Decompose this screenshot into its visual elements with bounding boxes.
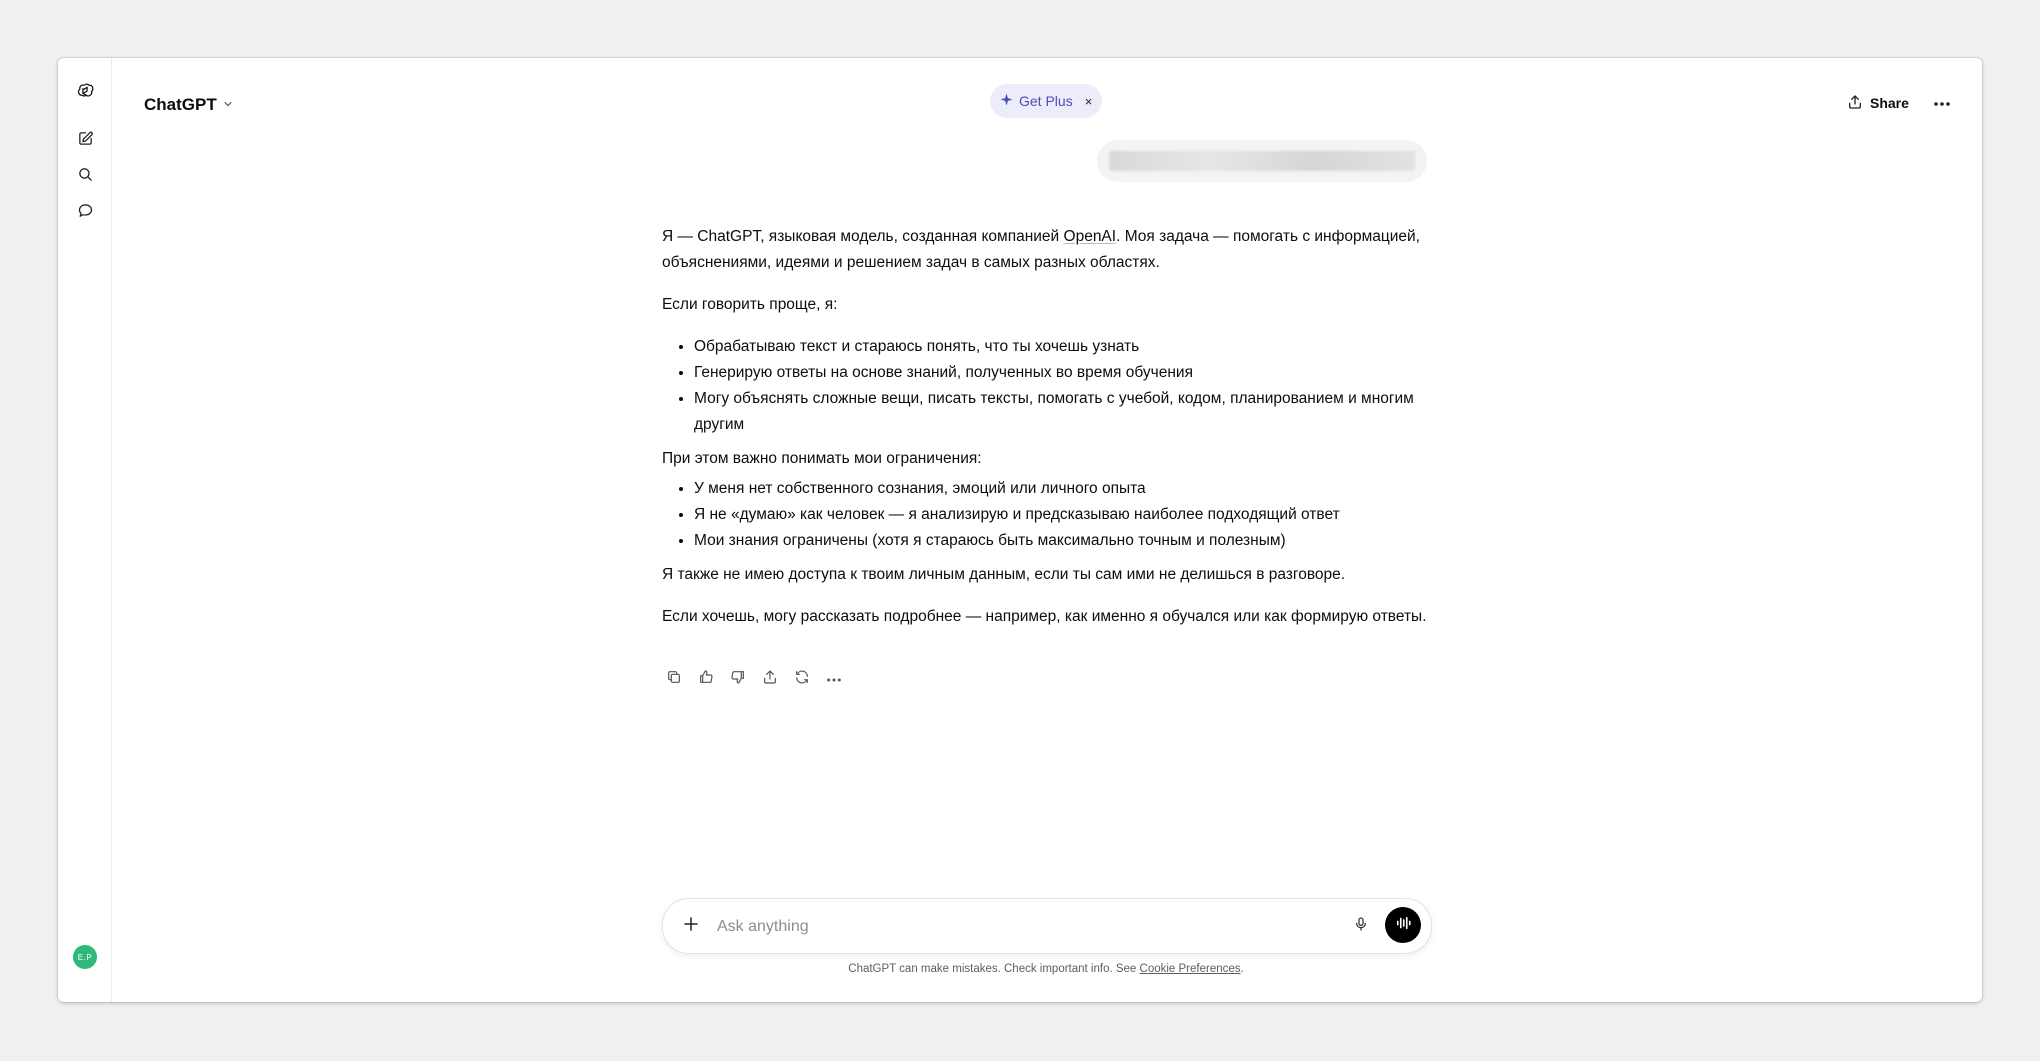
cookie-preferences-link[interactable]: Cookie Preferences	[1140, 963, 1241, 975]
openai-logo-icon[interactable]	[71, 78, 99, 106]
avatar[interactable]: E.P	[73, 945, 97, 969]
composer	[662, 898, 1432, 954]
dictate-button[interactable]	[1347, 912, 1375, 940]
close-icon[interactable]: ×	[1085, 94, 1093, 109]
chatgpt-window: E.P ChatGPT Get Plus × Share Я — ChatGPT…	[58, 58, 1982, 1002]
more-options-button[interactable]	[1928, 89, 1956, 117]
share-message-button[interactable]	[758, 667, 782, 691]
assistant-message: Я — ChatGPT, языковая модель, созданная …	[662, 224, 1442, 630]
copy-icon	[666, 669, 682, 690]
thumbs-up-button[interactable]	[694, 667, 718, 691]
thumbs-up-icon	[698, 669, 714, 690]
chats-icon	[77, 202, 94, 224]
microphone-icon	[1353, 915, 1369, 938]
more-icon	[1933, 94, 1951, 112]
openai-link[interactable]: OpenAI	[1064, 228, 1117, 245]
model-name: ChatGPT	[144, 95, 217, 114]
list-item: Я не «думаю» как человек — я анализирую …	[694, 502, 1442, 528]
share-button[interactable]: Share	[1847, 89, 1909, 117]
get-plus-label: Get Plus	[1019, 93, 1073, 109]
thumbs-down-icon	[730, 669, 746, 690]
voice-mode-button[interactable]	[1385, 907, 1421, 943]
sparkle-icon	[1000, 93, 1013, 109]
get-plus-button[interactable]: Get Plus ×	[990, 84, 1103, 118]
sidebar-rail: E.P	[58, 58, 112, 1002]
search-icon	[77, 166, 94, 188]
blurred-user-text	[1109, 151, 1415, 171]
voice-waveform-icon	[1394, 914, 1412, 937]
share-icon	[762, 669, 778, 690]
new-chat-button[interactable]	[71, 127, 99, 155]
plus-icon	[682, 915, 700, 938]
attach-button[interactable]	[677, 912, 705, 940]
share-icon	[1847, 94, 1863, 113]
assistant-paragraph: Если говорить проще, я:	[662, 296, 838, 313]
limitations-list: У меня нет собственного сознания, эмоций…	[662, 476, 1442, 554]
search-chats-button[interactable]	[71, 163, 99, 191]
disclaimer-text: ChatGPT can make mistakes. Check importa…	[848, 963, 1140, 975]
model-selector[interactable]: ChatGPT	[144, 91, 234, 119]
assistant-paragraph: Я также не имею доступа к твоим личным д…	[662, 566, 1346, 583]
message-actions	[662, 667, 846, 691]
capabilities-list: Обрабатываю текст и стараюсь понять, что…	[662, 334, 1442, 438]
list-item: Могу объяснять сложные вещи, писать текс…	[694, 386, 1442, 438]
regenerate-button[interactable]	[790, 667, 814, 691]
disclaimer: ChatGPT can make mistakes. Check importa…	[662, 963, 1430, 975]
list-item: У меня нет собственного сознания, эмоций…	[694, 476, 1442, 502]
prompt-input[interactable]	[715, 912, 1319, 942]
assistant-paragraph: Я — ChatGPT, языковая модель, созданная …	[662, 224, 1442, 276]
disclaimer-period: .	[1240, 963, 1244, 975]
more-icon	[826, 670, 842, 688]
chevron-down-icon	[222, 95, 234, 115]
list-item: Обрабатываю текст и стараюсь понять, что…	[694, 334, 1442, 360]
new-chat-icon	[77, 130, 94, 152]
assistant-paragraph: При этом важно понимать мои ограничения:	[662, 450, 982, 467]
regenerate-icon	[794, 669, 810, 690]
share-label: Share	[1870, 95, 1909, 111]
list-item: Мои знания ограничены (хотя я стараюсь б…	[694, 528, 1442, 554]
copy-button[interactable]	[662, 667, 686, 691]
paragraph-text: Я — ChatGPT, языковая модель, созданная …	[662, 228, 1064, 245]
user-message-bubble	[1097, 140, 1427, 182]
list-item: Генерирую ответы на основе знаний, получ…	[694, 360, 1442, 386]
chats-button[interactable]	[71, 199, 99, 227]
message-more-button[interactable]	[822, 667, 846, 691]
assistant-paragraph: Если хочешь, могу рассказать подробнее —…	[662, 608, 1427, 625]
thumbs-down-button[interactable]	[726, 667, 750, 691]
